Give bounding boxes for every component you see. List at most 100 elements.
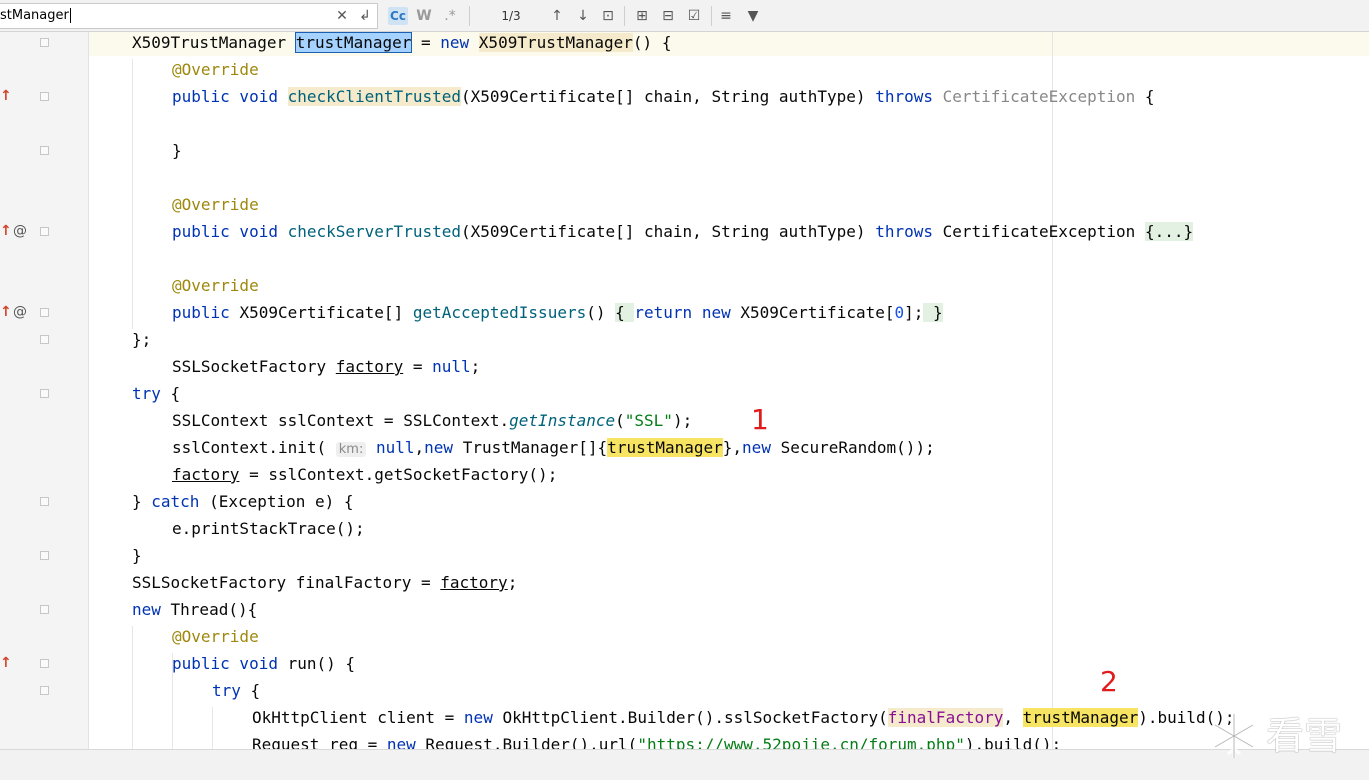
search-input[interactable]: stManager <box>0 3 378 29</box>
code-line[interactable]: sslContext.init( km: null,new TrustManag… <box>172 434 935 461</box>
select-all-icon[interactable]: ⊡ <box>598 7 618 25</box>
code-line[interactable]: } catch (Exception e) { <box>132 488 354 515</box>
implements-method-icon[interactable]: ↑ <box>0 223 12 239</box>
code-line[interactable]: SSLSocketFactory finalFactory = factory; <box>132 569 517 596</box>
class-name: CertificateException <box>942 87 1136 106</box>
watermark-text: 看雪 <box>1266 714 1343 758</box>
captured-variable: finalFactory <box>887 708 1004 727</box>
code-line[interactable]: } <box>172 137 182 164</box>
history-icon[interactable]: ↲ <box>355 7 375 25</box>
keyword: try <box>132 384 161 403</box>
code-line[interactable]: X509TrustManager trustManager = new X509… <box>132 32 671 56</box>
code-line[interactable]: public X509Certificate[] getAcceptedIssu… <box>172 299 943 326</box>
code-text: X509Certificate[ <box>740 303 895 322</box>
filter-icon[interactable]: ▼ <box>743 7 763 25</box>
method-name: checkClientTrusted <box>287 87 461 106</box>
keyword: public void <box>172 654 288 673</box>
code-line[interactable]: SSLContext sslContext = SSLContext.getIn… <box>172 407 692 434</box>
fold-toggle-icon[interactable] <box>40 605 49 614</box>
code-text: run() { <box>287 654 356 673</box>
code-line[interactable]: @Override <box>172 272 259 299</box>
code-text: ; <box>470 357 481 376</box>
fold-toggle-icon[interactable] <box>40 92 49 101</box>
fold-toggle-icon[interactable] <box>40 551 49 560</box>
code-line[interactable]: e.printStackTrace(); <box>172 515 365 542</box>
code-line[interactable]: try { <box>212 677 260 704</box>
code-text: , <box>1003 708 1023 727</box>
fold-toggle-icon[interactable] <box>40 686 49 695</box>
add-selection-icon[interactable]: ⊞ <box>632 7 652 25</box>
code-line[interactable]: @Override <box>172 623 259 650</box>
multiline-icon[interactable]: ≡ <box>716 7 736 25</box>
editor-gutter: ↑ ↑ @ ↑ @ ↑ <box>0 32 89 749</box>
code-text: sslContext.init( <box>172 438 336 457</box>
implements-method-icon[interactable]: ↑ <box>0 304 12 320</box>
code-text: (X509Certificate[] chain, String authTyp… <box>460 87 876 106</box>
method-name: getAcceptedIssuers <box>412 303 587 322</box>
code-line[interactable]: public void checkServerTrusted(X509Certi… <box>172 218 1194 245</box>
implements-method-icon[interactable]: ↑ <box>0 655 12 671</box>
prev-occurrence-icon[interactable]: ↑ <box>547 7 567 25</box>
code-text: SSLSocketFactory <box>172 357 336 376</box>
keyword: new <box>463 708 503 727</box>
method-name: checkServerTrusted <box>287 222 461 241</box>
code-text: X509Certificate[] <box>239 303 413 322</box>
keyword: public void <box>172 87 288 106</box>
code-text: Request req = <box>252 735 387 749</box>
fold-toggle-icon[interactable] <box>40 38 49 47</box>
code-editor[interactable]: ↑ ↑ @ ↑ @ ↑ X509TrustManager trustManage… <box>0 32 1369 749</box>
code-text: SecureRandom()); <box>780 438 935 457</box>
code-line[interactable]: }; <box>132 326 151 353</box>
code-text: (Exception e) { <box>199 492 354 511</box>
class-name: X509TrustManager <box>478 33 633 52</box>
text-caret <box>69 8 71 23</box>
fold-toggle-icon[interactable] <box>40 389 49 398</box>
keyword: new <box>132 600 171 619</box>
fold-toggle-icon[interactable] <box>40 335 49 344</box>
right-margin-guide <box>1052 32 1053 749</box>
remove-selection-icon[interactable]: ⊟ <box>658 7 678 25</box>
code-text: ); <box>672 411 693 430</box>
code-line[interactable]: factory = sslContext.getSocketFactory(); <box>172 461 557 488</box>
fold-toggle-icon[interactable] <box>40 308 49 317</box>
code-text: (X509Certificate[] chain, String authTyp… <box>460 222 876 241</box>
match-case-toggle[interactable]: Cc <box>388 7 408 25</box>
indent-guide <box>212 707 213 749</box>
folded-region[interactable]: } <box>923 303 943 322</box>
next-occurrence-icon[interactable]: ↓ <box>573 7 593 25</box>
code-text: = sslContext.getSocketFactory(); <box>239 465 558 484</box>
code-text: ).build(); <box>964 735 1062 749</box>
code-line[interactable]: Request req = new Request.Builder().url(… <box>252 731 1061 749</box>
code-line[interactable]: new Thread(){ <box>132 596 257 623</box>
code-line[interactable]: public void checkClientTrusted(X509Certi… <box>172 83 1155 110</box>
code-line[interactable]: public void run() { <box>172 650 355 677</box>
code-text: }, <box>722 438 743 457</box>
folded-region[interactable]: {...} <box>1144 222 1194 241</box>
code-line[interactable]: } <box>132 542 142 569</box>
find-toolbar: stManager ✕ ↲ Cc W .* 1/3 ↑ ↓ ⊡ ⊞ ⊟ ☑ ≡ … <box>0 0 1369 32</box>
search-input-value[interactable]: stManager <box>0 8 71 23</box>
fold-toggle-icon[interactable] <box>40 659 49 668</box>
code-line[interactable]: OkHttpClient client = new OkHttpClient.B… <box>252 704 1235 731</box>
fold-toggle-icon[interactable] <box>40 227 49 236</box>
code-line[interactable]: @Override <box>172 191 259 218</box>
implements-method-icon[interactable]: ↑ <box>0 88 12 104</box>
clear-icon[interactable]: ✕ <box>332 7 352 25</box>
code-text: Thread(){ <box>170 600 258 619</box>
code-line[interactable]: SSLSocketFactory factory = null; <box>172 353 480 380</box>
indent-guide <box>132 59 133 329</box>
code-line[interactable]: @Override <box>172 56 259 83</box>
regex-toggle[interactable]: .* <box>440 7 460 25</box>
code-text: { <box>160 384 181 403</box>
words-toggle[interactable]: W <box>414 7 434 25</box>
toggle-selection-icon[interactable]: ☑ <box>684 7 704 25</box>
snowflake-icon <box>1214 714 1254 758</box>
keyword: catch <box>151 492 200 511</box>
keyword: public <box>172 303 240 322</box>
folded-region[interactable]: { <box>615 303 635 322</box>
code-line[interactable]: try { <box>132 380 180 407</box>
parameter-hint: km: <box>335 442 367 457</box>
fold-toggle-icon[interactable] <box>40 497 49 506</box>
fold-toggle-icon[interactable] <box>40 146 49 155</box>
code-text: OkHttpClient.Builder().sslSocketFactory( <box>502 708 888 727</box>
